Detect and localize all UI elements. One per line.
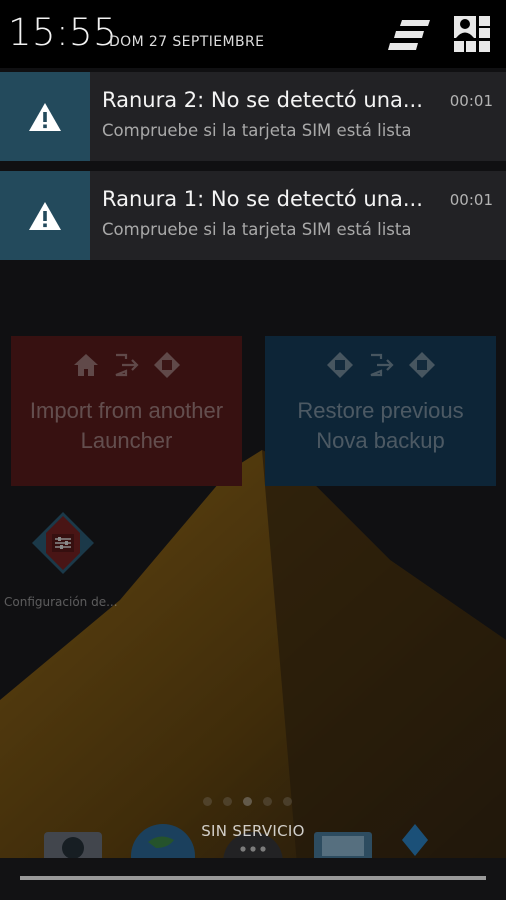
- notification-sim-slot-1[interactable]: Ranura 1: No se detectó una... Compruebe…: [0, 171, 506, 260]
- warning-icon: [29, 201, 61, 230]
- clock: 15:55: [8, 11, 118, 54]
- carrier-status-text: SIN SERVICIO: [201, 822, 305, 840]
- notification-body: Ranura 2: No se detectó una... Compruebe…: [90, 72, 506, 161]
- notification-body: Ranura 1: No se detectó una... Compruebe…: [90, 171, 506, 260]
- notification-title: Ranura 1: No se detectó una...: [102, 187, 423, 211]
- notification-title: Ranura 2: No se detectó una...: [102, 88, 423, 112]
- notification-icon-box: [0, 171, 90, 260]
- warning-icon: [29, 102, 61, 131]
- shade-drag-handle[interactable]: [20, 876, 486, 880]
- notification-icon-box: [0, 72, 90, 161]
- notification-time: 00:01: [449, 191, 493, 209]
- date: DOM 27 SEPTIEMBRE: [109, 34, 265, 50]
- notification-shade-header: 15:55 DOM 27 SEPTIEMBRE: [0, 0, 506, 68]
- quick-settings-icon[interactable]: [388, 18, 432, 52]
- shade-handle-area: [0, 858, 506, 900]
- notification-sim-slot-2[interactable]: Ranura 2: No se detectó una... Compruebe…: [0, 72, 506, 161]
- notification-text: Compruebe si la tarjeta SIM está lista: [102, 220, 412, 239]
- notification-text: Compruebe si la tarjeta SIM está lista: [102, 121, 412, 140]
- user-profile-icon[interactable]: [452, 14, 492, 54]
- notification-time: 00:01: [449, 92, 493, 110]
